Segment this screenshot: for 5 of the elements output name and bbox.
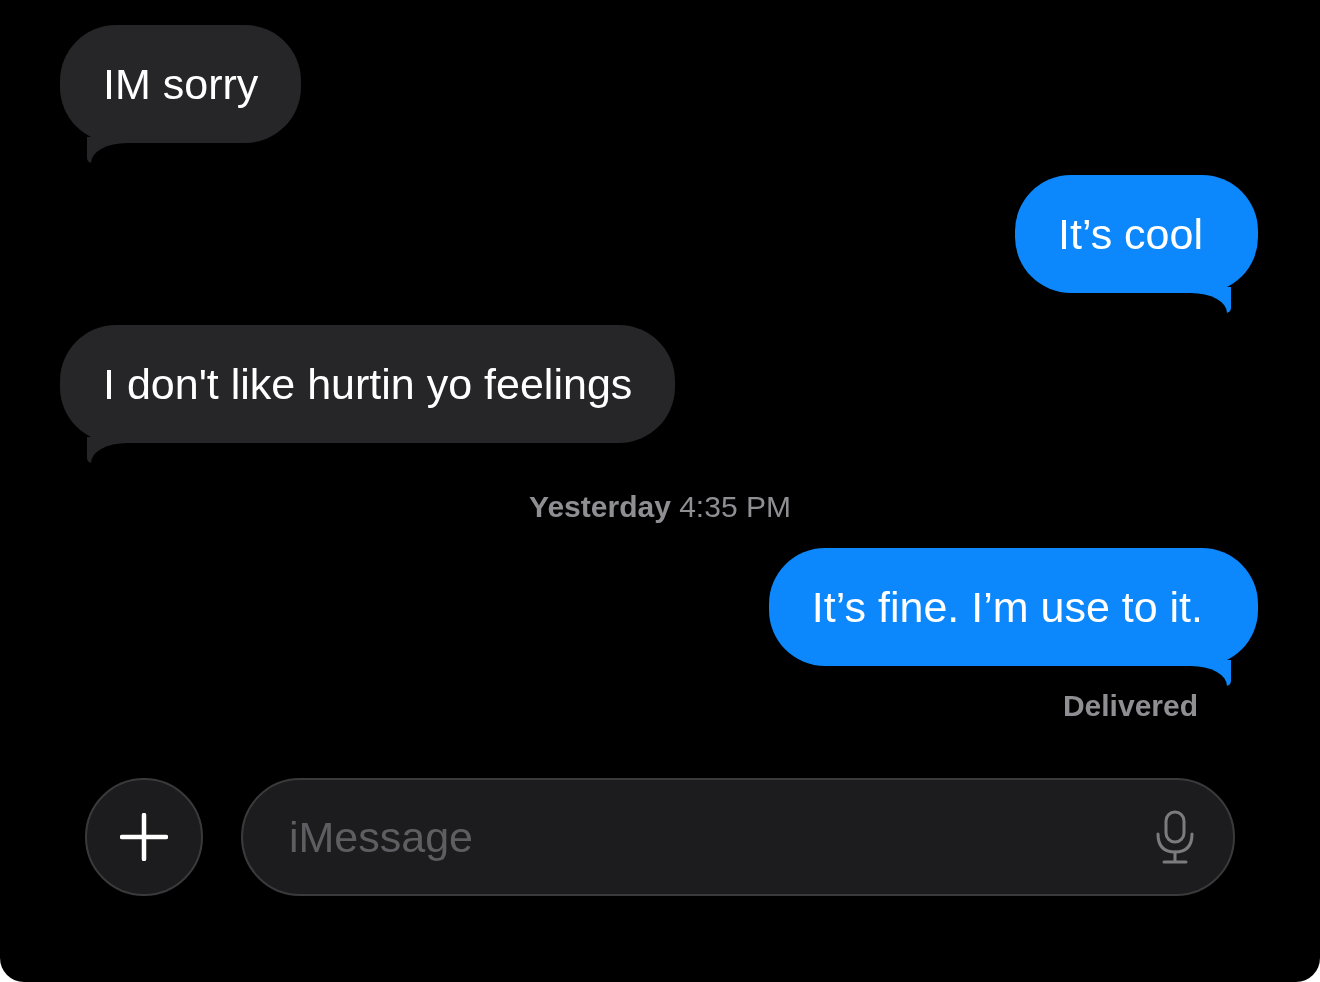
timestamp: Yesterday 4:35 PM — [529, 489, 791, 525]
microphone-icon[interactable] — [1155, 810, 1195, 864]
message-field[interactable]: iMessage — [241, 778, 1235, 896]
plus-icon — [120, 813, 168, 861]
delivery-status: Delivered — [1062, 689, 1198, 723]
